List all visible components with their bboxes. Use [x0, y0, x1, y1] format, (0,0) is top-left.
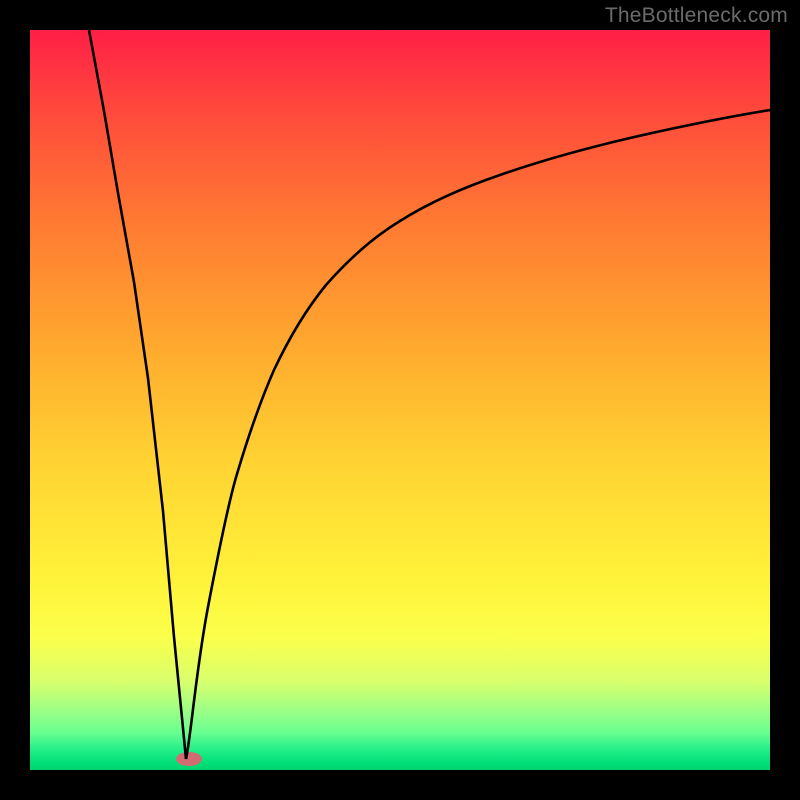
cusp-marker — [176, 752, 202, 766]
plot-area — [30, 30, 770, 770]
watermark-text: TheBottleneck.com — [605, 4, 788, 28]
curve-layer — [30, 30, 770, 770]
chart-frame: TheBottleneck.com — [0, 0, 800, 800]
right-branch — [186, 110, 770, 759]
left-branch — [89, 30, 186, 759]
